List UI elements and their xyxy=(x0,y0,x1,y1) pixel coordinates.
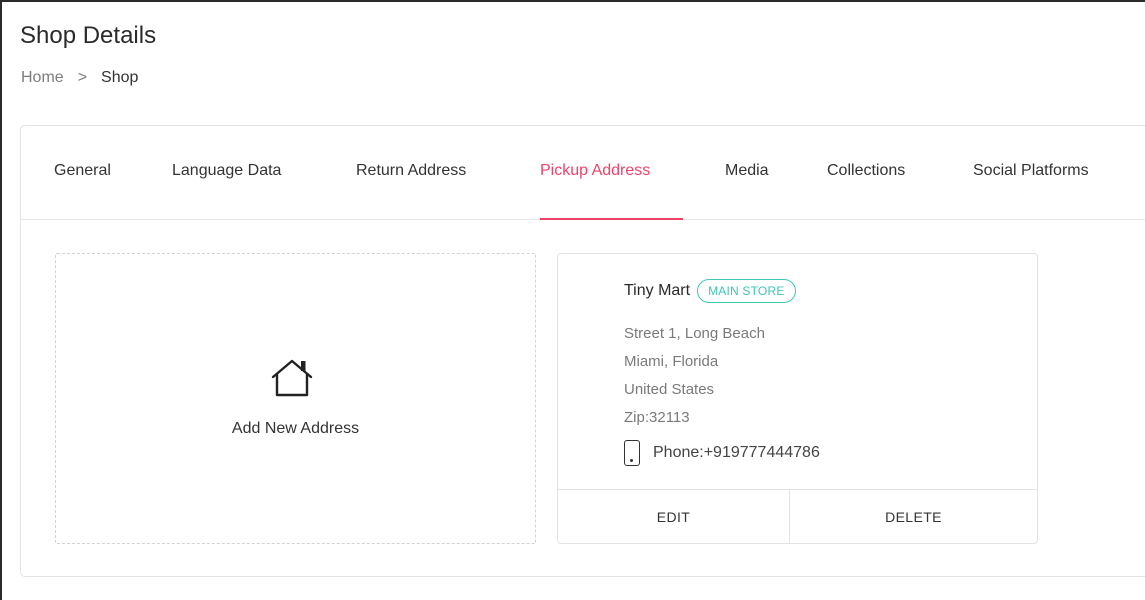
shop-name: Tiny Mart xyxy=(624,282,691,299)
tab-return-address[interactable]: Return Address xyxy=(356,162,466,180)
tab-language-data[interactable]: Language Data xyxy=(172,162,281,180)
add-new-address-label: Add New Address xyxy=(231,420,360,437)
address-line-1: Street 1, Long Beach xyxy=(624,325,765,342)
breadcrumb-home[interactable]: Home xyxy=(21,69,64,87)
tab-social-platforms[interactable]: Social Platforms xyxy=(973,162,1089,180)
main-store-badge: MAIN STORE xyxy=(697,279,796,303)
tab-general[interactable]: General xyxy=(54,162,111,180)
address-card: Tiny Mart MAIN STORE Street 1, Long Beac… xyxy=(557,253,1038,544)
breadcrumb-current: Shop xyxy=(101,69,139,86)
tab-media[interactable]: Media xyxy=(725,162,769,180)
mobile-phone-icon xyxy=(624,440,640,466)
add-new-address-button[interactable]: Add New Address xyxy=(55,253,536,544)
tab-pickup-address[interactable]: Pickup Address xyxy=(540,162,650,180)
phone-number: Phone:+919777444786 xyxy=(653,444,820,461)
edit-button[interactable]: EDIT xyxy=(558,490,790,544)
breadcrumb-separator-icon: > xyxy=(77,69,88,86)
address-zip: Zip:32113 xyxy=(624,409,690,426)
address-actions: EDIT DELETE xyxy=(558,489,1037,544)
tab-collections[interactable]: Collections xyxy=(827,162,905,180)
address-line-3: United States xyxy=(624,381,715,398)
delete-button[interactable]: DELETE xyxy=(790,490,1037,544)
shop-details-card: General Language Data Return Address Pic… xyxy=(20,125,1145,577)
page-title: Shop Details xyxy=(20,22,157,49)
breadcrumb: Home > Shop xyxy=(21,69,138,87)
address-lines: Street 1, Long Beach Miami, Florida Unit… xyxy=(624,320,765,432)
phone-row: Phone:+919777444786 xyxy=(624,440,820,466)
address-line-2: Miami, Florida xyxy=(624,353,719,370)
tab-bar: General Language Data Return Address Pic… xyxy=(21,126,1145,220)
shop-name-row: Tiny Mart MAIN STORE xyxy=(624,279,796,303)
active-tab-indicator xyxy=(540,218,683,220)
home-icon xyxy=(271,359,313,397)
